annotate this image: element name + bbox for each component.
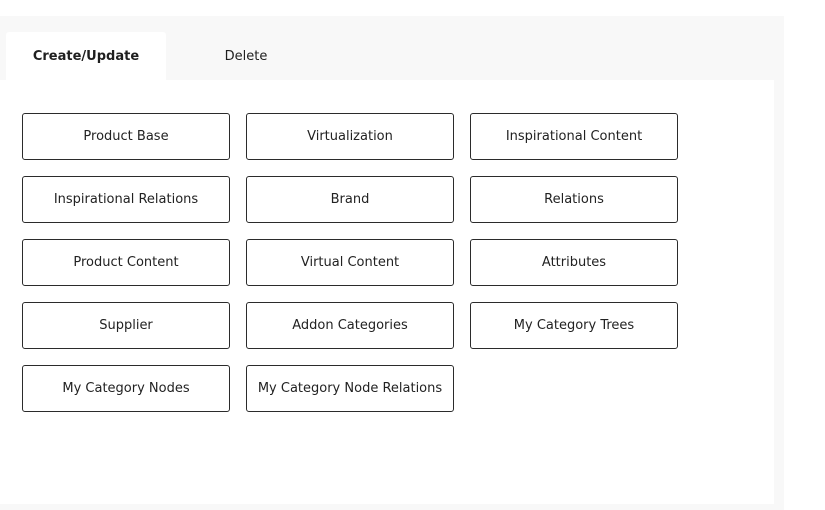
supplier-button[interactable]: Supplier: [22, 302, 230, 349]
tab-create-update[interactable]: Create/Update: [6, 32, 166, 80]
relations-button[interactable]: Relations: [470, 176, 678, 223]
brand-button[interactable]: Brand: [246, 176, 454, 223]
inspirational-relations-button[interactable]: Inspirational Relations: [22, 176, 230, 223]
entity-button-grid: Product Base Virtualization Inspirationa…: [22, 113, 678, 412]
inspirational-content-button[interactable]: Inspirational Content: [470, 113, 678, 160]
attributes-button[interactable]: Attributes: [470, 239, 678, 286]
my-category-node-relations-button[interactable]: My Category Node Relations: [246, 365, 454, 412]
product-base-button[interactable]: Product Base: [22, 113, 230, 160]
tab-delete[interactable]: Delete: [166, 32, 326, 80]
virtualization-button[interactable]: Virtualization: [246, 113, 454, 160]
my-category-trees-button[interactable]: My Category Trees: [470, 302, 678, 349]
addon-categories-button[interactable]: Addon Categories: [246, 302, 454, 349]
my-category-nodes-button[interactable]: My Category Nodes: [22, 365, 230, 412]
tab-content-area: Product Base Virtualization Inspirationa…: [0, 80, 774, 504]
virtual-content-button[interactable]: Virtual Content: [246, 239, 454, 286]
product-content-button[interactable]: Product Content: [22, 239, 230, 286]
